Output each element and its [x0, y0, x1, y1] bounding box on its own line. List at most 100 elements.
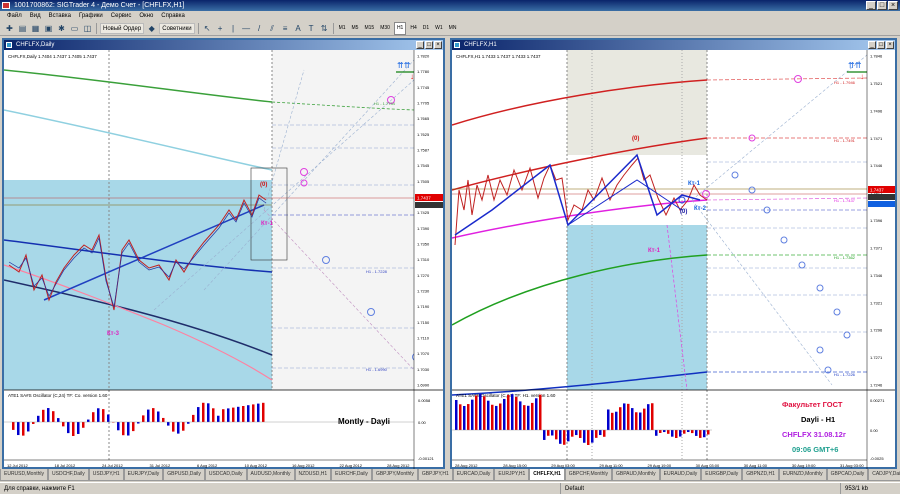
terminal-icon[interactable]: ▭ [69, 23, 80, 34]
chart-tab[interactable]: EURAUD,Daily [659, 469, 702, 481]
profiles-icon[interactable]: ▤ [17, 23, 28, 34]
tester-icon[interactable]: ◫ [82, 23, 93, 34]
date-tick-label: 10 Aug 2012 [245, 463, 268, 468]
close-button[interactable]: × [888, 1, 898, 10]
chart-tab[interactable]: EURUSD,Monthly [0, 469, 49, 481]
chart-tab[interactable]: GBPJPY,Monthly [371, 469, 418, 481]
menu-insert[interactable]: Вставка [45, 11, 75, 21]
chart-window-daily[interactable]: CHFLFX,Daily _ □ × (0) Кт-1 Кт-3 CHFLFX,… [2, 38, 445, 469]
new-order-button[interactable]: Новый Ордер [100, 22, 145, 34]
chart-tab[interactable]: EURJPY,Daily [123, 469, 164, 481]
cursor-icon[interactable]: ↖ [202, 23, 213, 34]
oscillator-histogram [455, 394, 710, 445]
chart-tab[interactable]: EURCHF,Daily [331, 469, 372, 481]
arrows-icon[interactable]: ⇅ [319, 23, 330, 34]
channel-icon[interactable]: ⫽ [267, 23, 278, 34]
chart-close-button[interactable]: × [886, 41, 894, 49]
osc-bar [57, 418, 60, 422]
chart-tab[interactable]: CADJPY,Daily [868, 469, 900, 481]
chart-plot[interactable]: (0) Кт-1 Кт-3 CHFLFX,Daily 1.7404 1.7437… [3, 50, 443, 469]
tf-h4[interactable]: H4 [408, 23, 418, 34]
chart-tab[interactable]: GBPCHF,Monthly [564, 469, 612, 481]
chart-window-h1[interactable]: CHFLFX,H1 _ □ × (0) (0) Кт-1 Кт-2 Кт-1 C… [450, 38, 897, 469]
bid-price-marker [415, 202, 443, 208]
chart-tab[interactable]: NZDUSD,H1 [294, 469, 332, 481]
navigator-icon[interactable]: ✱ [56, 23, 67, 34]
chart-tab[interactable]: GBPNZD,H1 [742, 469, 779, 481]
chart-tab[interactable]: CHFLFX,H1 [529, 469, 565, 481]
advisors-button[interactable]: Советники [159, 22, 195, 34]
level-label: H1 - 1.7754 [374, 101, 396, 106]
chart-tab[interactable]: GBPAUD,Monthly [611, 469, 660, 481]
price-tick-label: 1.7070 [417, 351, 430, 356]
osc-bar [17, 422, 20, 436]
tf-m5[interactable]: M5 [350, 23, 361, 34]
chart-tab[interactable]: USDCAD,Daily [204, 469, 247, 481]
tf-d1[interactable]: D1 [421, 23, 431, 34]
fibo-icon[interactable]: ≡ [280, 23, 291, 34]
chart-tab[interactable]: EURGBP,Daily [701, 469, 743, 481]
new-chart-icon[interactable]: ✚ [4, 23, 15, 34]
maximize-button[interactable]: □ [877, 1, 887, 10]
menu-bar: Файл Вид Вставка Графики Сервис Окно Спр… [0, 11, 900, 21]
tf-m30[interactable]: M30 [378, 23, 392, 34]
blue-zone [4, 180, 272, 390]
chart-minimize-button[interactable]: _ [868, 41, 876, 49]
price-tick-label: 1.7521 [870, 81, 883, 86]
vertical-line-icon[interactable]: | [228, 23, 239, 34]
chart-minimize-button[interactable]: _ [416, 41, 424, 49]
osc-scale: 0.00 [418, 420, 427, 425]
menu-help[interactable]: Справка [157, 11, 189, 21]
chart-canvas[interactable]: (0) (0) Кт-1 Кт-2 Кт-1 CHFLFX,H1 1.7433 … [451, 50, 895, 469]
horizontal-line-icon[interactable]: — [241, 23, 252, 34]
chart-canvas[interactable]: (0) Кт-1 Кт-3 CHFLFX,Daily 1.7404 1.7437… [3, 50, 443, 469]
menu-file[interactable]: Файл [3, 11, 26, 21]
price-tick-label: 1.7665 [417, 116, 430, 121]
status-traffic: 953/1 kb [840, 483, 900, 494]
tf-h1[interactable]: H1 [393, 21, 407, 35]
crosshair-icon[interactable]: + [215, 23, 226, 34]
chart-maximize-button[interactable]: □ [425, 41, 433, 49]
text-icon[interactable]: A [293, 23, 304, 34]
editor-icon[interactable]: ◆ [146, 23, 157, 34]
tf-m15[interactable]: M15 [362, 23, 376, 34]
chart-icon [6, 42, 12, 48]
menu-window[interactable]: Окно [135, 11, 157, 21]
chart-plot[interactable]: (0) (0) Кт-1 Кт-2 Кт-1 CHFLFX,H1 1.7433 … [451, 50, 895, 469]
menu-view[interactable]: Вид [26, 11, 45, 21]
label-icon[interactable]: T [306, 23, 317, 34]
tf-m1[interactable]: M1 [337, 23, 348, 34]
chart-tab[interactable]: GBPCAD,Daily [826, 469, 869, 481]
zero-label: (0) [632, 136, 639, 142]
status-help: Для справки, нажмите F1 [4, 486, 75, 492]
osc-bar [467, 404, 470, 430]
price-tick-label: 1.7271 [870, 355, 883, 360]
date-tick-label: 28 Aug 15:00 [503, 463, 527, 468]
menu-charts[interactable]: Графики [75, 11, 107, 21]
osc-bar [459, 404, 462, 430]
chart-tab[interactable]: USDJPY,H1 [88, 469, 124, 481]
chart-tab[interactable]: GBPUSD,Daily [163, 469, 205, 481]
chart-tab[interactable]: EURNZD,Monthly [778, 469, 827, 481]
osc-bar [22, 422, 25, 436]
chart-tab[interactable]: USDCHF,Daily [48, 469, 89, 481]
market-watch-icon[interactable]: ▦ [30, 23, 41, 34]
chart-tab[interactable]: AUDUSD,Monthly [246, 469, 295, 481]
minimize-button[interactable]: _ [866, 1, 876, 10]
target-dots [731, 171, 851, 374]
chart-tab[interactable]: GBPJPY,H1 [417, 469, 453, 481]
target-circle [731, 171, 739, 179]
chart-close-button[interactable]: × [434, 41, 442, 49]
trendline-icon[interactable]: / [254, 23, 265, 34]
menu-tools[interactable]: Сервис [107, 11, 136, 21]
target-circle [833, 308, 841, 316]
data-window-icon[interactable]: ▣ [43, 23, 54, 34]
zero-label: (0) [260, 182, 267, 188]
chart-tab[interactable]: EURCAD,Daily [452, 469, 495, 481]
osc-bar [72, 422, 75, 436]
chart-maximize-button[interactable]: □ [877, 41, 885, 49]
tf-w1[interactable]: W1 [433, 23, 445, 34]
tf-mn[interactable]: MN [447, 23, 459, 34]
osc-bar [172, 422, 175, 432]
chart-tab[interactable]: EURJPY,H1 [494, 469, 530, 481]
